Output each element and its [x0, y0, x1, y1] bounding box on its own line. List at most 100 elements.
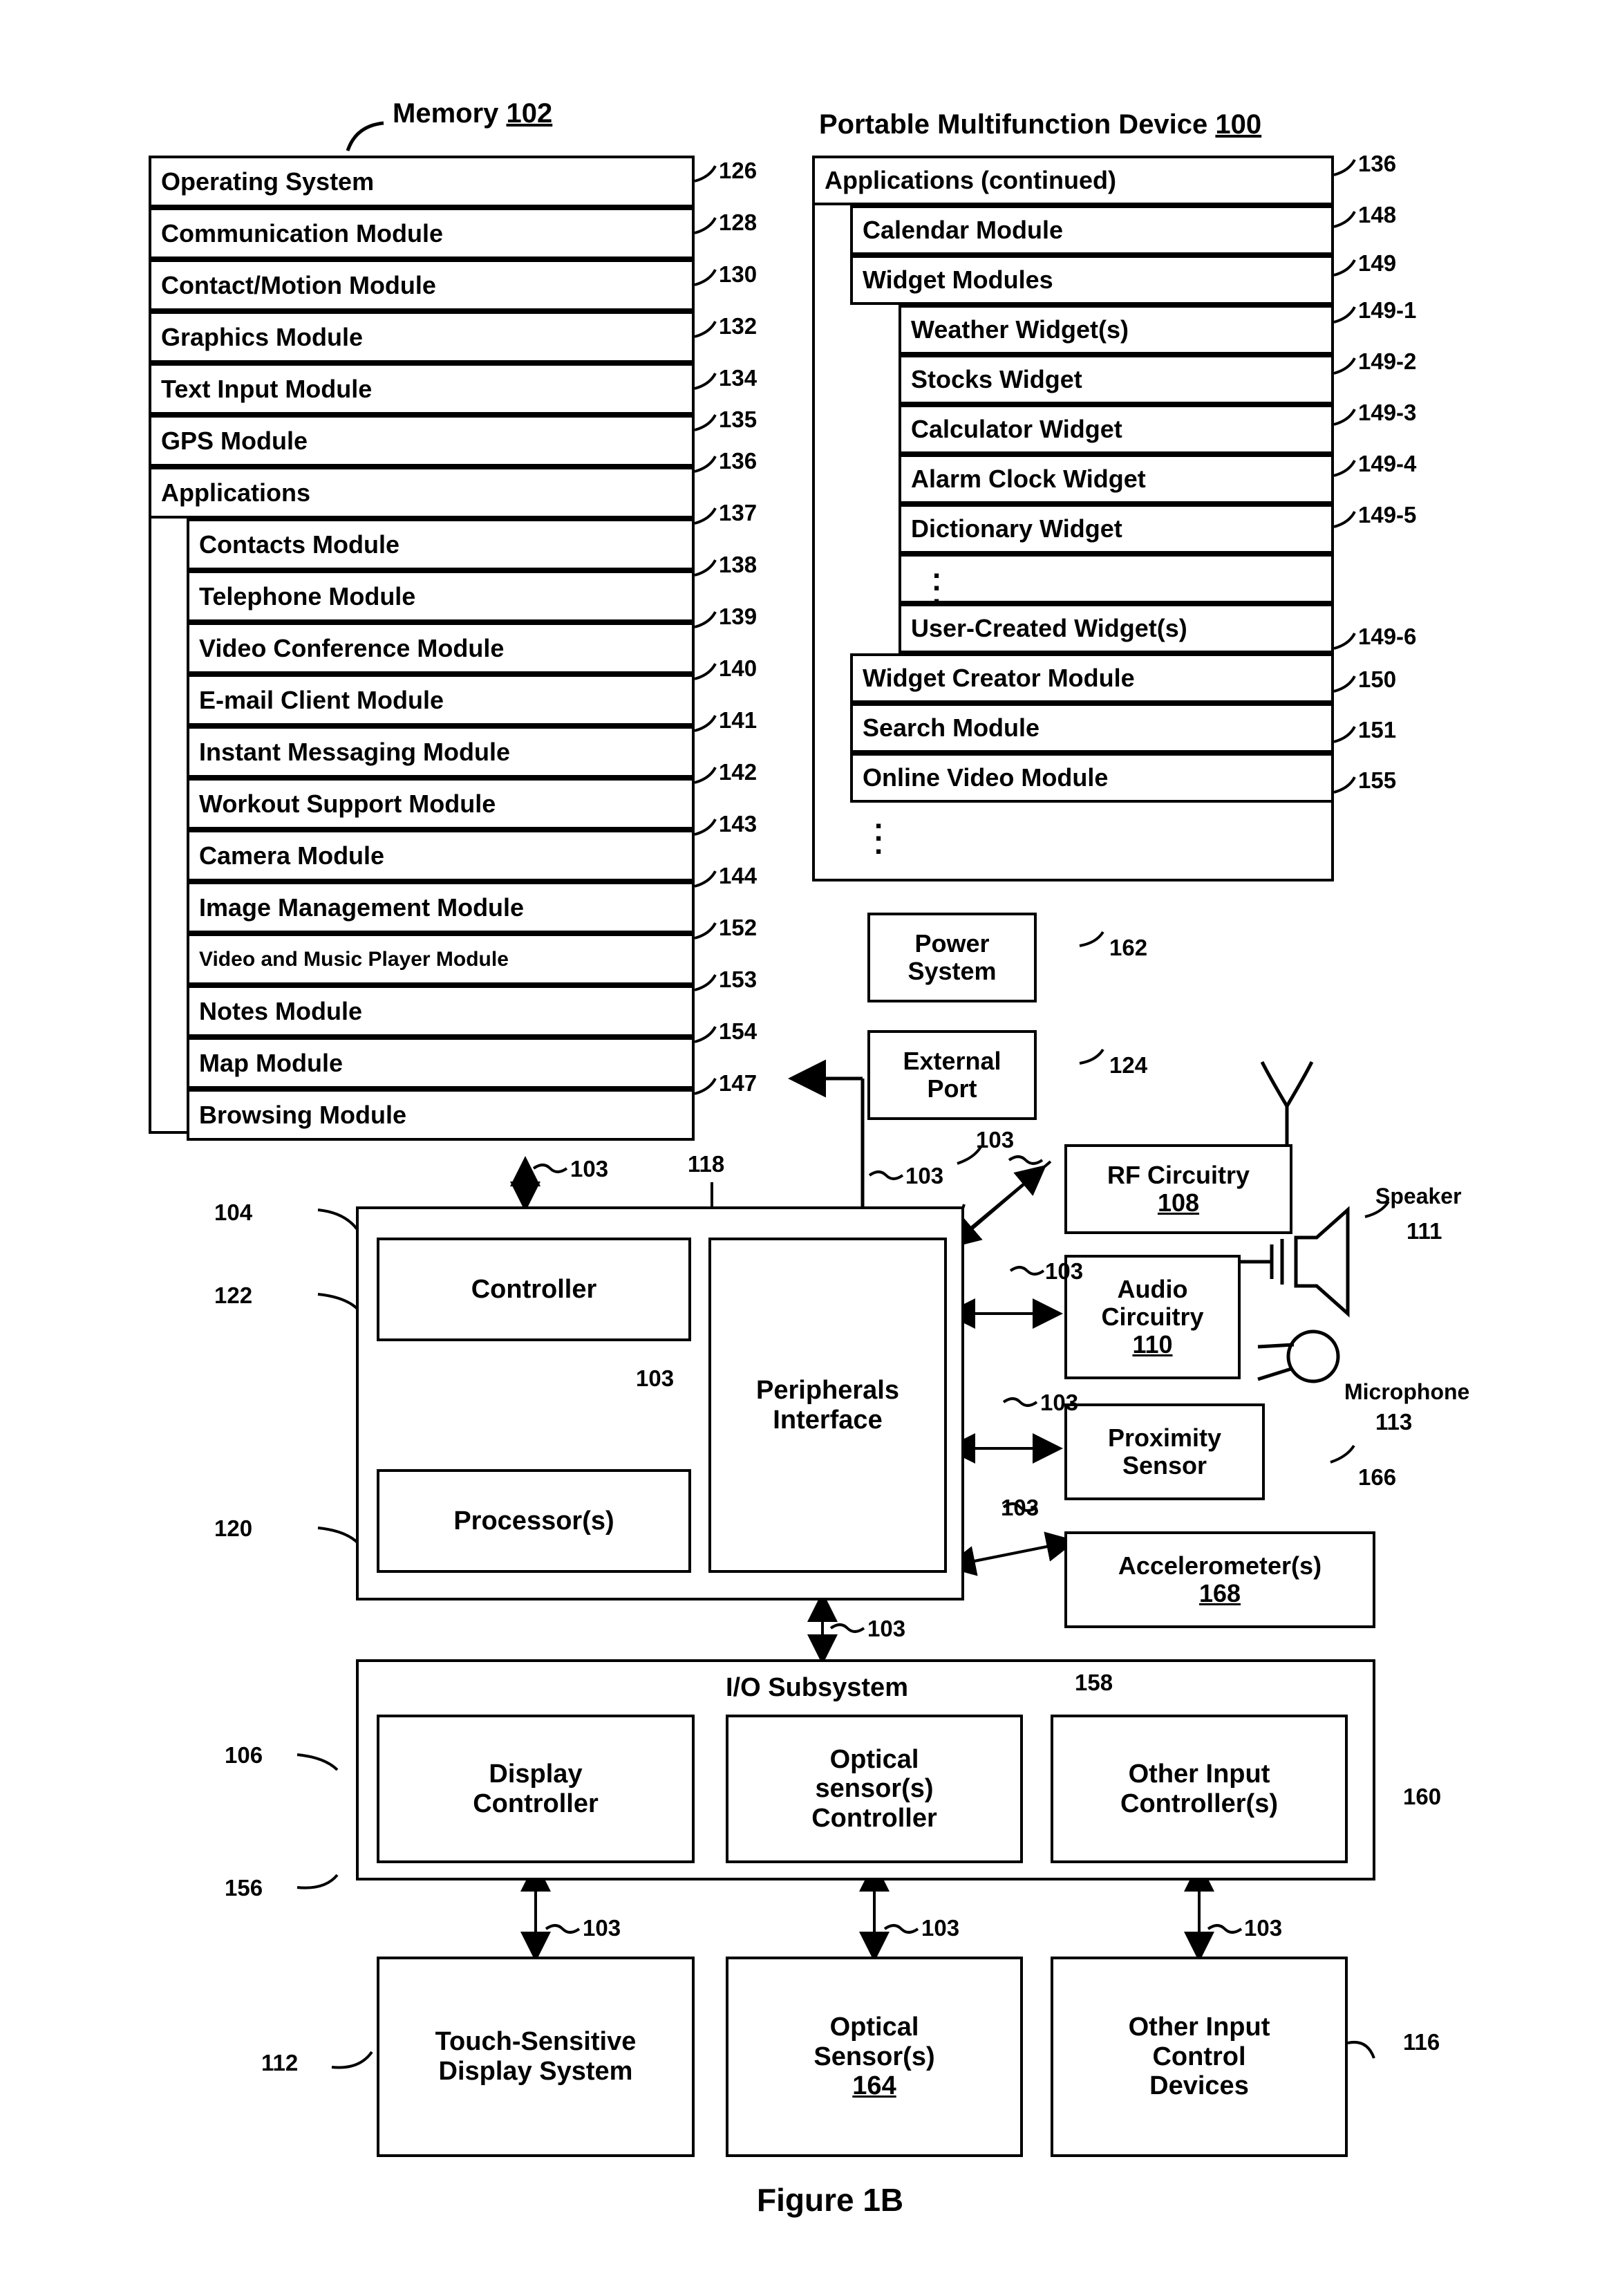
- memory-ref-1: 128: [719, 209, 758, 235]
- device-ref-1: 148: [1358, 202, 1397, 227]
- memory-row-11: Instant Messaging Module: [187, 726, 695, 778]
- memory-row-13: Camera Module: [187, 830, 695, 881]
- microphone-ref: 113: [1375, 1409, 1413, 1435]
- memory-row-label: Browsing Module: [199, 1100, 406, 1129]
- device-title-text: Portable Multifunction Device: [819, 109, 1208, 140]
- device-row-2: Widget Modules: [850, 255, 1334, 305]
- memory-ref-10: 140: [719, 655, 758, 681]
- device-row-label: Weather Widget(s): [911, 315, 1129, 344]
- device-row-label: User-Created Widget(s): [911, 614, 1187, 642]
- device-ref-10: 150: [1358, 666, 1397, 692]
- microphone-label: Microphone: [1344, 1379, 1470, 1404]
- accelerometer-ref: 168: [1198, 1579, 1241, 1607]
- processor-block: Processor(s): [377, 1469, 691, 1573]
- device-ref-3: 149-1: [1358, 297, 1417, 323]
- bus-label-103-e: 103: [1040, 1390, 1079, 1415]
- optical-sensor-label: Optical Sensor(s): [813, 2013, 935, 2071]
- optical-sensor-controller-ref: 158: [1075, 1670, 1113, 1695]
- device-title: Portable Multifunction Device 100: [819, 109, 1261, 140]
- memory-row-label: Graphics Module: [161, 322, 364, 351]
- touch-display-block: Touch-Sensitive Display System: [377, 1957, 695, 2157]
- memory-row-label: E-mail Client Module: [199, 685, 444, 714]
- speaker-label: Speaker: [1375, 1184, 1462, 1208]
- memory-row-label: Notes Module: [199, 996, 363, 1025]
- device-row-label: Alarm Clock Widget: [911, 465, 1146, 493]
- power-system-ref: 162: [1109, 935, 1148, 960]
- processor-ref: 120: [214, 1515, 253, 1541]
- device-ref-11: 151: [1358, 717, 1397, 743]
- device-row-4: Stocks Widget: [899, 355, 1334, 404]
- memory-ref-18: 147: [719, 1070, 758, 1096]
- device-ref-7: 149-5: [1358, 502, 1417, 528]
- memory-row-label: Image Management Module: [199, 893, 525, 922]
- memory-row-0: Operating System: [149, 156, 695, 207]
- device-row-0: Applications (continued): [812, 156, 1334, 205]
- bus-label-103-i: 103: [583, 1915, 621, 1941]
- memory-row-label: Telephone Module: [199, 581, 416, 610]
- device-row-7: Dictionary Widget: [899, 504, 1334, 554]
- bus-label-103-c: 103: [976, 1127, 1015, 1152]
- memory-row-label: Video Conference Module: [199, 633, 505, 662]
- memory-row-18: Browsing Module: [187, 1089, 695, 1141]
- memory-row-label: Camera Module: [199, 841, 385, 870]
- memory-ref-8: 138: [719, 552, 758, 577]
- bus-label-103-g: 103: [636, 1365, 675, 1391]
- peripherals-interface-ref: 118: [688, 1151, 725, 1177]
- memory-ref-7: 137: [719, 500, 758, 525]
- accelerometer-label: Accelerometer(s): [1118, 1551, 1322, 1580]
- device-row-label: Search Module: [863, 713, 1040, 742]
- memory-row-3: Graphics Module: [149, 311, 695, 363]
- memory-row-label: Contact/Motion Module: [161, 270, 436, 299]
- memory-row-label: Instant Messaging Module: [199, 737, 511, 766]
- bus-label-103-k: 103: [1244, 1915, 1283, 1941]
- other-input-controller-block: Other Input Controller(s): [1051, 1715, 1348, 1863]
- other-input-devices-block: Other Input Control Devices: [1051, 1957, 1348, 2157]
- memory-row-7: Contacts Module: [187, 519, 695, 570]
- power-system-block: Power System: [867, 913, 1037, 1002]
- bus-label-103-b: 103: [905, 1163, 944, 1188]
- other-input-devices-ref: 116: [1403, 2029, 1440, 2055]
- memory-row-label: Map Module: [199, 1048, 343, 1077]
- memory-row-8: Telephone Module: [187, 570, 695, 622]
- device-trailing-ellipsis-icon: ...: [874, 801, 883, 861]
- memory-row-12: Workout Support Module: [187, 778, 695, 830]
- device-row-8-ellipsis: ...: [899, 552, 1334, 609]
- io-subsystem-ref: 156: [225, 1875, 263, 1901]
- memory-row-label: Workout Support Module: [199, 789, 496, 818]
- external-port-block: External Port: [867, 1030, 1037, 1120]
- memory-row-10: E-mail Client Module: [187, 674, 695, 726]
- audio-circuitry-block: Audio Circuitry 110: [1064, 1255, 1241, 1379]
- external-port-ref: 124: [1109, 1052, 1148, 1078]
- memory-ref-0: 126: [719, 158, 758, 183]
- bus-label-103-f: 103: [1001, 1495, 1040, 1520]
- accelerometer-block: Accelerometer(s) 168: [1064, 1531, 1375, 1628]
- memory-row-label: Contacts Module: [199, 530, 400, 559]
- device-row-label: Widget Modules: [863, 265, 1053, 294]
- memory-row-17: Map Module: [187, 1037, 695, 1089]
- io-subsystem-label: I/O Subsystem: [726, 1673, 908, 1702]
- memory-row-label: GPS Module: [161, 426, 308, 455]
- rf-circuitry-block: RF Circuitry 108: [1064, 1144, 1292, 1234]
- memory-row-2: Contact/Motion Module: [149, 259, 695, 311]
- device-ref-0: 136: [1358, 151, 1397, 176]
- bus-label-103-j: 103: [921, 1915, 960, 1941]
- device-ref-5: 149-3: [1358, 400, 1417, 425]
- peripherals-interface-block: Peripherals Interface: [708, 1238, 947, 1573]
- device-row-label: Widget Creator Module: [863, 664, 1135, 692]
- memory-row-label: Operating System: [161, 167, 375, 196]
- memory-ref-4: 134: [719, 365, 758, 391]
- memory-row-label: Applications: [161, 478, 311, 507]
- device-row-label: Calendar Module: [863, 216, 1064, 244]
- proximity-sensor-block: Proximity Sensor: [1064, 1403, 1265, 1500]
- memory-row-4: Text Input Module: [149, 363, 695, 415]
- device-row-label: Stocks Widget: [911, 365, 1082, 393]
- display-controller-block: Display Controller: [377, 1715, 695, 1863]
- memory-title-text: Memory: [393, 98, 499, 129]
- proximity-sensor-ref: 166: [1358, 1464, 1397, 1490]
- memory-row-label: Communication Module: [161, 218, 443, 248]
- memory-title: Memory 102: [393, 98, 552, 129]
- device-ref-12: 155: [1358, 767, 1397, 793]
- touch-display-ref: 112: [261, 2050, 299, 2075]
- memory-row-9: Video Conference Module: [187, 622, 695, 674]
- display-controller-ref: 106: [225, 1742, 263, 1768]
